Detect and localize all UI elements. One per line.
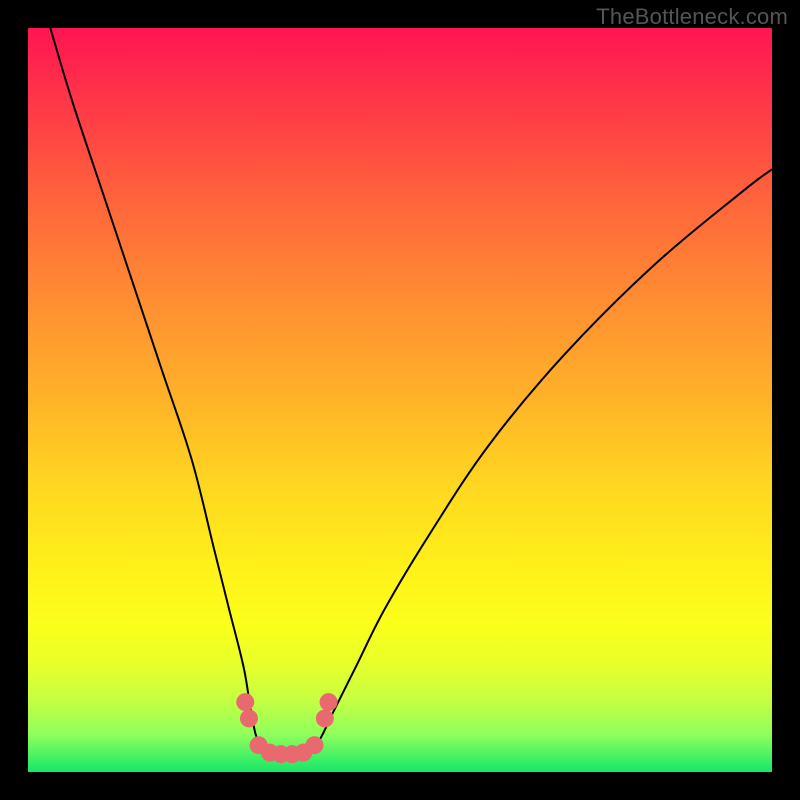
chart-plot-area [28, 28, 772, 772]
curve-marker [320, 693, 338, 711]
marker-group [236, 693, 337, 763]
watermark-label: TheBottleneck.com [596, 4, 788, 30]
curve-marker [305, 736, 323, 754]
chart-frame-bottom [0, 772, 800, 800]
bottleneck-curve [50, 28, 772, 758]
curve-marker [240, 709, 258, 727]
chart-frame-right [772, 0, 800, 800]
chart-overlay [28, 28, 772, 772]
chart-frame-left [0, 0, 28, 800]
curve-marker [316, 709, 334, 727]
curve-marker [236, 693, 254, 711]
